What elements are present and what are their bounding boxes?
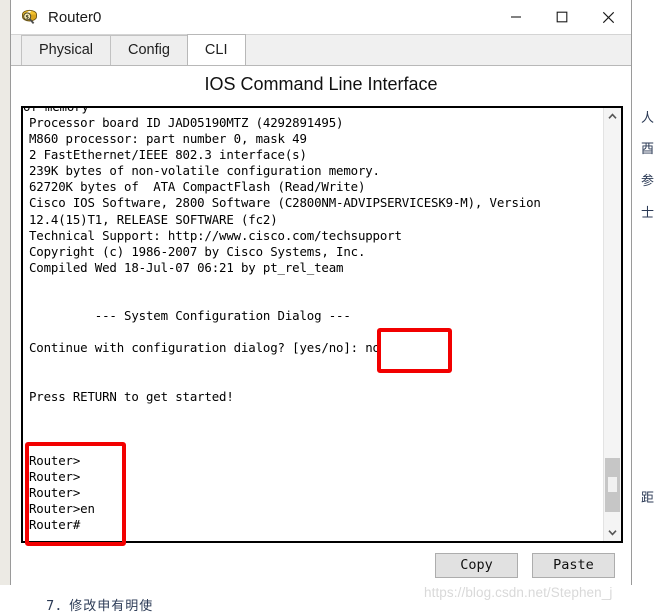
router-cli-window: $ Router0 Physical Config CLI IOS Comman… bbox=[10, 0, 632, 585]
maximize-icon bbox=[556, 11, 568, 23]
close-icon bbox=[602, 11, 614, 23]
svg-text:$: $ bbox=[25, 14, 29, 20]
background-cjk-char: 士 bbox=[640, 206, 654, 221]
tab-strip: Physical Config CLI bbox=[11, 34, 631, 66]
terminal-body-text: Processor board ID JAD05190MTZ (42928914… bbox=[29, 115, 541, 533]
terminal-frame: of memory Processor board ID JAD05190MTZ… bbox=[21, 106, 623, 543]
terminal-output[interactable]: of memory Processor board ID JAD05190MTZ… bbox=[23, 108, 603, 541]
terminal-first-line-clipped: of memory bbox=[23, 108, 603, 115]
background-cjk-char: 参 bbox=[640, 174, 654, 189]
watermark: https://blog.csdn.net/Stephen_j bbox=[424, 585, 613, 600]
close-button[interactable] bbox=[585, 0, 631, 34]
tab-cli[interactable]: CLI bbox=[186, 34, 246, 65]
minimize-icon bbox=[511, 16, 521, 18]
window-controls bbox=[493, 0, 631, 34]
background-cjk-char: 人 bbox=[640, 111, 654, 126]
copy-button[interactable]: Copy bbox=[435, 553, 518, 578]
paste-button[interactable]: Paste bbox=[532, 553, 615, 578]
maximize-button[interactable] bbox=[539, 0, 585, 34]
title-bar: $ Router0 bbox=[11, 0, 631, 35]
scrollbar-thumb[interactable] bbox=[605, 458, 620, 512]
terminal-scrollbar[interactable] bbox=[603, 108, 621, 541]
window-title: Router0 bbox=[48, 8, 102, 26]
background-bottom-text: 7．修改申有明使 bbox=[46, 599, 154, 614]
cli-panel: IOS Command Line Interface of memory Pro… bbox=[11, 66, 631, 585]
tab-physical[interactable]: Physical bbox=[21, 35, 111, 65]
minimize-button[interactable] bbox=[493, 0, 539, 34]
terminal-first-line-text: of memory bbox=[23, 108, 603, 115]
tab-config[interactable]: Config bbox=[110, 35, 188, 65]
chevron-up-icon[interactable] bbox=[604, 108, 621, 125]
background-cjk-char: 酉 bbox=[640, 142, 654, 157]
chevron-down-icon[interactable] bbox=[604, 524, 621, 541]
router-with-magnifier-icon: $ bbox=[20, 7, 40, 27]
background-cjk-char: 距 bbox=[640, 491, 654, 506]
page-title: IOS Command Line Interface bbox=[204, 74, 438, 94]
background-right-column: 人 酉 参 士 距 bbox=[631, 0, 655, 611]
